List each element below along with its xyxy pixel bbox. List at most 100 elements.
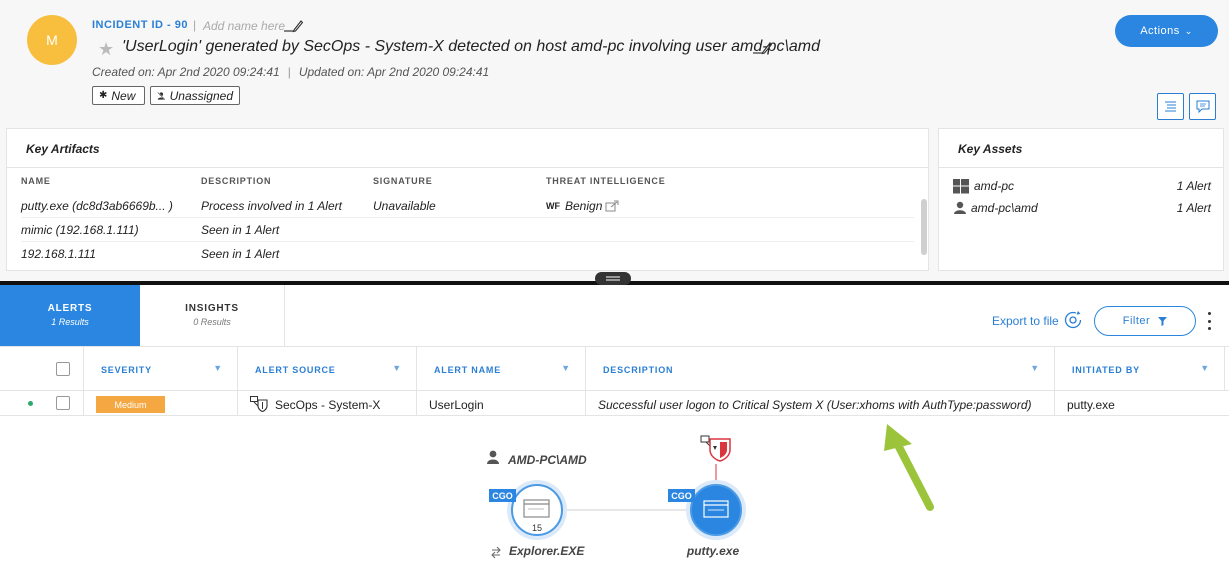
process-node-explorer[interactable]: 15 CGO Explorer.EXE (489, 480, 585, 559)
unread-indicator (28, 401, 33, 406)
table-row[interactable]: Medium SecOps - System-X UserLogin Succe… (0, 391, 1229, 416)
expand-icon[interactable] (491, 546, 501, 559)
column-header-label: ALERT SOURCE (255, 365, 336, 375)
asterisk-icon: ✱ (99, 90, 108, 101)
actions-label: Actions (1140, 25, 1180, 37)
asset-row[interactable]: amd-pc 1 Alert (953, 177, 1211, 197)
asset-alert-count: 1 Alert (1176, 201, 1211, 215)
column-header-description[interactable]: DESCRIPTION ▼ (586, 347, 1055, 391)
user-icon (954, 201, 966, 214)
column-header-name[interactable]: NAME (21, 176, 51, 186)
threat-verdict: Benign (565, 199, 603, 213)
external-link-icon[interactable] (605, 200, 619, 212)
divider (7, 167, 928, 168)
unassigned-user-icon (157, 91, 166, 100)
filter-icon[interactable]: ▼ (1030, 363, 1040, 373)
star-icon[interactable]: ★ (98, 39, 114, 60)
artifact-name[interactable]: mimic (192.168.1.111) (21, 223, 139, 237)
asset-name[interactable]: amd-pc\amd (971, 201, 1038, 215)
severity-cell: Medium (84, 391, 238, 416)
tab-insights-count: 0 Results (193, 317, 231, 327)
tab-insights-label: INSIGHTS (185, 303, 239, 314)
assignee-tag[interactable]: Unassigned (150, 86, 240, 105)
export-to-file-link[interactable]: Export to file (992, 314, 1059, 328)
artifact-row[interactable]: 192.168.1.111 Seen in 1 Alert (21, 242, 914, 266)
description-cell: Successful user logon to Critical System… (586, 391, 1055, 416)
tab-insights[interactable]: INSIGHTS 0 Results (140, 285, 285, 346)
updated-date: Updated on: Apr 2nd 2020 09:24:41 (298, 65, 490, 79)
asset-row[interactable]: amd-pc\amd 1 Alert (953, 199, 1211, 219)
scrollbar[interactable] (921, 199, 927, 255)
date-separator: | (287, 65, 291, 79)
asset-name[interactable]: amd-pc (974, 179, 1014, 193)
artifact-name[interactable]: putty.exe (dc8d3ab6669b... ) (21, 199, 173, 213)
status-tag-label: New (111, 88, 136, 103)
filter-icon[interactable]: ▼ (561, 363, 571, 373)
column-header-signature[interactable]: SIGNATURE (373, 176, 433, 186)
column-header-alert-name[interactable]: ALERT NAME ▼ (417, 347, 586, 391)
add-name-input[interactable]: Add name here (203, 19, 285, 33)
key-assets-panel: Key Assets amd-pc 1 Alert amd-pc\amd 1 A… (938, 128, 1224, 271)
alert-name-cell: UserLogin (417, 391, 586, 416)
separator: | (193, 18, 197, 32)
severity-badge: Medium (96, 396, 165, 413)
incident-title: 'UserLogin' generated by SecOps - System… (122, 38, 821, 55)
actions-button[interactable]: Actions ⌄ (1115, 15, 1218, 47)
comment-icon (1196, 100, 1209, 113)
user-label: AMD-PC\AMD (507, 453, 587, 467)
key-artifacts-panel: Key Artifacts NAME DESCRIPTION SIGNATURE… (6, 128, 929, 271)
alert-source-cell: SecOps - System-X (238, 391, 417, 416)
more-options-icon[interactable] (1204, 312, 1214, 330)
column-header-description[interactable]: DESCRIPTION (201, 176, 271, 186)
list-view-button[interactable] (1157, 93, 1184, 120)
key-assets-title: Key Assets (958, 142, 1023, 156)
column-header-severity[interactable]: SEVERITY ▼ (84, 347, 238, 391)
avatar: M (27, 15, 77, 65)
artifact-name[interactable]: 192.168.1.111 (21, 247, 96, 261)
incident-header: M INCIDENT ID - 90 | Add name here ★ 'Us… (0, 0, 1229, 127)
refresh-icon[interactable] (1062, 309, 1084, 331)
column-header-threat-intelligence[interactable]: THREAT INTELLIGENCE (546, 176, 666, 186)
list-icon (1165, 101, 1176, 112)
select-all-checkbox[interactable] (56, 362, 70, 376)
artifact-description: Seen in 1 Alert (201, 223, 280, 237)
incident-dates: Created on: Apr 2nd 2020 09:24:41 | Update… (92, 65, 489, 79)
alert-source: SecOps - System-X (275, 398, 381, 412)
row-select-cell (0, 391, 84, 416)
artifact-row[interactable]: putty.exe (dc8d3ab6669b... ) Process inv… (21, 194, 914, 218)
filter-button[interactable]: Filter (1094, 306, 1196, 336)
filter-icon (1158, 316, 1168, 326)
comments-button[interactable] (1189, 93, 1216, 120)
divider (939, 167, 1223, 168)
cgo-badge-label: CGO (671, 491, 692, 501)
artifact-row[interactable]: mimic (192.168.1.111) Seen in 1 Alert (21, 218, 914, 242)
tab-alerts[interactable]: ALERTS 1 Results (0, 285, 140, 346)
incident-id: INCIDENT ID - 90 (92, 19, 189, 31)
resize-handle[interactable] (595, 272, 631, 285)
window-icon (703, 500, 729, 518)
edit-title-icon[interactable] (752, 39, 772, 55)
status-tag[interactable]: ✱ New (92, 86, 145, 105)
column-header-label: INITIATED BY (1072, 365, 1140, 375)
alert-source-icon (250, 396, 268, 412)
artifact-signature: Unavailable (373, 199, 436, 213)
tab-alerts-label: ALERTS (47, 303, 93, 314)
filter-icon[interactable]: ▼ (213, 363, 223, 373)
column-header-label: ALERT NAME (434, 365, 501, 375)
alert-description: Successful user logon to Critical System… (598, 398, 1032, 412)
wildfire-badge: WF (546, 201, 560, 211)
process-label: Explorer.EXE (509, 544, 585, 558)
filter-icon[interactable]: ▼ (1200, 363, 1210, 373)
filter-icon[interactable]: ▼ (392, 363, 402, 373)
column-header-initiated-by[interactable]: INITIATED BY ▼ (1055, 347, 1225, 391)
alert-shield-icon[interactable] (700, 435, 731, 462)
asset-alert-count: 1 Alert (1176, 179, 1211, 193)
column-header-alert-source[interactable]: ALERT SOURCE ▼ (238, 347, 417, 391)
row-checkbox[interactable] (56, 396, 70, 410)
causality-graph: AMD-PC\AMD 15 CGO Explorer.EXE CGO putty… (487, 424, 934, 559)
process-node-putty[interactable]: CGO putty.exe (668, 480, 746, 558)
chevron-down-icon: ⌄ (1184, 25, 1193, 36)
artifact-description: Process involved in 1 Alert (201, 199, 342, 213)
select-all-column (0, 347, 84, 391)
edit-name-icon[interactable] (283, 17, 303, 33)
